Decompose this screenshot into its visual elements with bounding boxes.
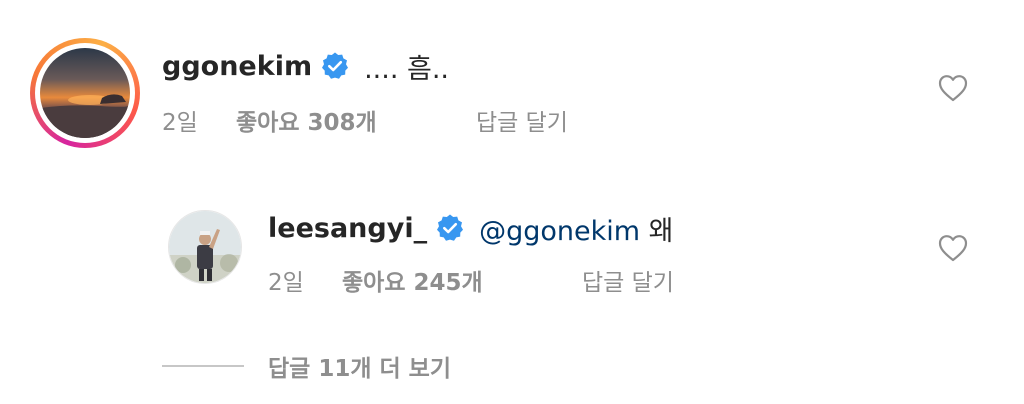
heart-icon[interactable] xyxy=(938,74,968,102)
view-more-replies-label: 답글 11개 더 보기 xyxy=(268,356,451,382)
like-count[interactable]: 좋아요 245개 xyxy=(342,263,582,297)
avatar[interactable] xyxy=(40,48,130,138)
verified-badge-icon xyxy=(320,51,350,81)
view-more-replies-button[interactable]: 답글 11개 더 보기 xyxy=(162,346,451,386)
mention-link[interactable]: @ggonekim xyxy=(479,216,640,247)
comment-header: ggonekim .... 흠.. xyxy=(162,44,449,88)
comment-text: @ggonekim 왜 xyxy=(479,209,673,248)
comment-header: leesangyi_ @ggonekim 왜 xyxy=(268,206,673,250)
comment-body: 왜 xyxy=(648,215,674,247)
avatar[interactable] xyxy=(168,210,242,284)
reply-button[interactable]: 답글 달기 xyxy=(582,263,674,297)
sunset-avatar-image xyxy=(40,48,130,138)
person-avatar-image xyxy=(169,211,241,283)
like-count[interactable]: 좋아요 308개 xyxy=(236,103,476,137)
timestamp[interactable]: 2일 xyxy=(162,103,236,137)
reply-button[interactable]: 답글 달기 xyxy=(476,103,568,137)
reply-item: leesangyi_ @ggonekim 왜 2일 좋아요 245개 답글 달기 xyxy=(0,190,1024,320)
username[interactable]: ggonekim xyxy=(162,51,312,82)
username[interactable]: leesangyi_ xyxy=(268,213,427,244)
timestamp[interactable]: 2일 xyxy=(268,263,342,297)
comment-meta: 2일 좋아요 308개 답글 달기 xyxy=(162,100,568,140)
comment-meta: 2일 좋아요 245개 답글 달기 xyxy=(268,260,674,300)
comment-item: ggonekim .... 흠.. 2일 좋아요 308개 답글 달기 xyxy=(0,0,1024,190)
verified-badge-icon xyxy=(435,213,465,243)
divider xyxy=(162,365,244,367)
comment-text: .... 흠.. xyxy=(364,53,450,85)
heart-icon[interactable] xyxy=(938,234,968,262)
